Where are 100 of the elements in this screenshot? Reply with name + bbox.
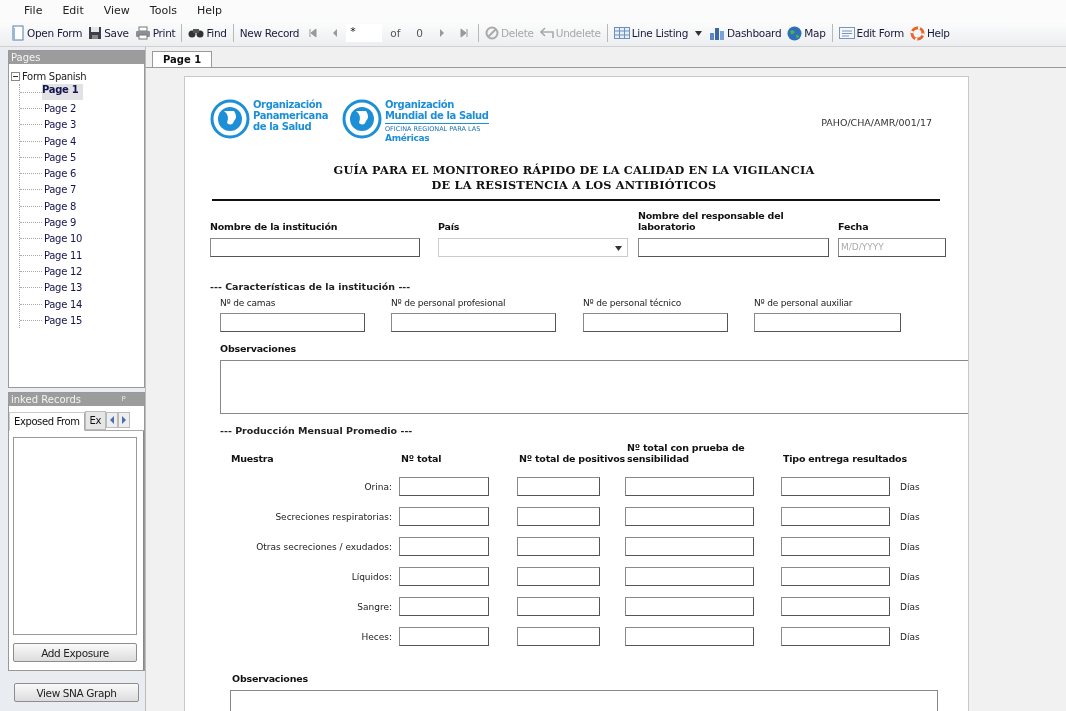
row-label: Heces: (361, 631, 393, 642)
input-field[interactable] (391, 313, 556, 332)
toolbar-button[interactable]: Map (784, 22, 829, 44)
input-field[interactable] (399, 627, 489, 646)
input-field[interactable] (625, 597, 754, 616)
input-field[interactable] (517, 507, 600, 526)
unit-label: Días (900, 511, 920, 522)
tree-item[interactable]: Page 13 (42, 282, 84, 294)
tab[interactable]: Ex (84, 411, 106, 430)
input-field[interactable] (517, 627, 600, 646)
field-label: Nombre del responsable del laboratorio (638, 210, 785, 232)
tree-item[interactable]: Page 11 (42, 249, 84, 261)
field-label: Nº de camas (220, 298, 277, 308)
tree-item[interactable]: Page 3 (42, 119, 78, 131)
tab-scroll-left-icon[interactable] (106, 412, 118, 428)
tree-item[interactable]: Page 15 (42, 314, 84, 326)
tree-item[interactable]: Page 6 (42, 168, 78, 180)
field-label: Nombre de la institución (210, 221, 339, 232)
input-field[interactable] (781, 537, 890, 556)
tree-item[interactable]: Page 5 (42, 151, 78, 163)
column-header: Nº total (400, 453, 443, 466)
input-field[interactable] (399, 537, 489, 556)
menu-item[interactable]: Edit (52, 3, 94, 17)
tree-item[interactable]: Page 2 (42, 102, 78, 114)
input-field[interactable] (517, 537, 600, 556)
unit-label: Días (900, 541, 920, 552)
tree-item[interactable]: Page 14 (42, 298, 84, 310)
unit-label: Días (900, 571, 920, 582)
toolbar-button[interactable]: Open Form (8, 22, 86, 44)
collapse-icon[interactable] (11, 71, 20, 81)
add-exposure-button[interactable]: Add Exposure (13, 643, 137, 662)
tree-item[interactable]: Page 1 (42, 84, 84, 101)
input-field[interactable] (399, 477, 489, 496)
bar-chart-icon (709, 26, 725, 40)
input-field[interactable] (583, 313, 728, 332)
tree-item[interactable]: Page 8 (42, 200, 78, 212)
tree-item[interactable]: Page 12 (42, 265, 84, 277)
toolbar-button[interactable]: Find (185, 22, 230, 44)
input-field[interactable] (517, 567, 600, 586)
tab[interactable]: Exposed From (9, 412, 85, 431)
input-field[interactable] (638, 238, 829, 257)
printer-icon (134, 26, 151, 40)
input-field[interactable] (781, 507, 890, 526)
field-label: Nº de personal técnico (583, 298, 682, 308)
menu-item[interactable]: Tools (139, 3, 187, 17)
view-graph-button[interactable]: View SNA Graph (14, 683, 139, 702)
field-label: Nº de personal auxiliar (754, 298, 854, 308)
first-record-icon[interactable] (308, 28, 319, 38)
field-label: Fecha (838, 221, 870, 232)
input-field[interactable] (399, 567, 489, 586)
input-field[interactable] (781, 567, 890, 586)
list-box[interactable] (13, 437, 137, 635)
binoculars-icon (188, 27, 205, 39)
tree-item[interactable]: Page 9 (42, 217, 78, 228)
undo-arrow-icon (539, 27, 554, 39)
save-icon (88, 26, 103, 40)
tree-item[interactable]: Page 10 (42, 233, 84, 245)
input-field[interactable] (210, 238, 420, 257)
section-heading: --- Producción Mensual Promedio --- (219, 425, 414, 436)
toolbar-button[interactable]: Dashboard (706, 22, 785, 44)
toolbar-button[interactable]: Edit Form (835, 22, 907, 44)
section-heading: --- Características de la institución --- (210, 281, 412, 292)
input-field[interactable] (625, 567, 754, 586)
toolbar-button[interactable]: New Record (236, 22, 303, 44)
menu-item[interactable]: View (93, 3, 140, 17)
input-field[interactable] (781, 627, 890, 646)
input-field[interactable] (625, 507, 754, 526)
text-area[interactable] (220, 360, 968, 414)
field-label: País (438, 221, 461, 232)
lifebuoy-icon (909, 25, 925, 41)
input-field[interactable] (781, 477, 890, 496)
caret-icon[interactable] (695, 30, 702, 36)
input-field[interactable] (625, 537, 754, 556)
unit-label: Días (900, 481, 920, 492)
toolbar-button[interactable]: Print (131, 22, 179, 44)
menu-item[interactable]: Help (186, 3, 233, 17)
caret-icon (615, 246, 622, 251)
input-field[interactable] (625, 477, 754, 496)
tree-item[interactable]: Form Spanish (22, 70, 87, 82)
input-field[interactable] (517, 477, 600, 496)
input-field[interactable] (754, 313, 901, 332)
toolbar-button[interactable]: Line Listing (610, 22, 691, 44)
menu-item[interactable]: File (14, 3, 53, 17)
input-field[interactable] (220, 313, 365, 332)
document-code: PAHO/CHA/AMR/001/17 (821, 117, 932, 128)
input-field[interactable] (399, 507, 489, 526)
tree-item[interactable]: Page 7 (42, 184, 78, 196)
last-record-icon[interactable] (459, 28, 470, 38)
input-field[interactable] (517, 597, 600, 616)
input-field[interactable] (781, 597, 890, 616)
input-field[interactable] (625, 627, 754, 646)
row-label: Secreciones respiratorias: (275, 511, 393, 522)
toolbar-button[interactable]: Save (85, 22, 132, 44)
record-number-field[interactable]: * (346, 24, 383, 42)
tab[interactable]: Page 1 (152, 51, 213, 67)
tab-scroll-right-icon[interactable] (118, 412, 130, 428)
tree-item[interactable]: Page 4 (42, 135, 78, 147)
input-field[interactable] (399, 597, 489, 616)
panel-header: inked Records ᵖ (9, 393, 144, 406)
toolbar-button[interactable]: Help (906, 22, 953, 44)
